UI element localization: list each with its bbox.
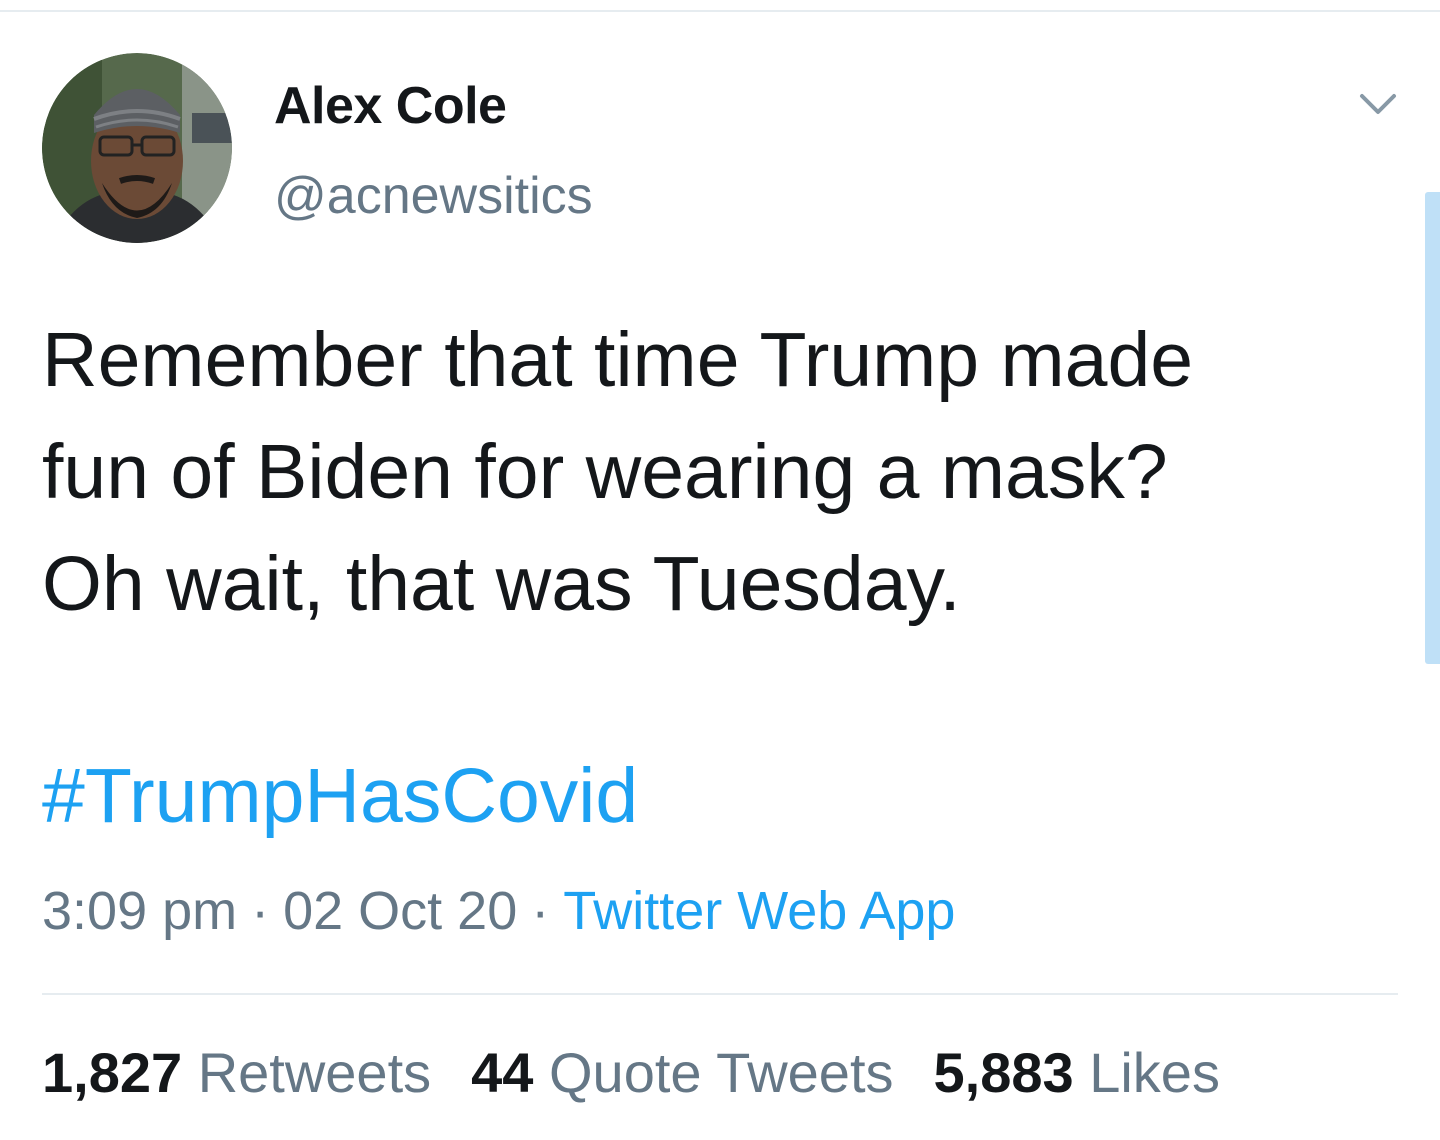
quote-tweets-stat[interactable]: 44 Quote Tweets [471, 1041, 893, 1104]
display-name[interactable]: Alex Cole [274, 76, 507, 136]
retweets-label: Retweets [197, 1041, 432, 1104]
tweet-source-link[interactable]: Twitter Web App [563, 881, 955, 941]
top-divider [0, 10, 1440, 12]
hashtag-link[interactable]: #TrumpHasCovid [42, 752, 638, 841]
tweet-date[interactable]: 02 Oct 20 [283, 881, 517, 941]
quote-tweet-count: 44 [471, 1041, 534, 1104]
scroll-indicator [1425, 192, 1440, 664]
meta-separator: · [531, 881, 550, 941]
quote-tweets-label: Quote Tweets [549, 1041, 894, 1104]
tweet-meta: 3:09 pm · 02 Oct 20 · Twitter Web App [42, 880, 955, 942]
tweet-text-line: Remember that time Trump made [42, 317, 1194, 403]
likes-stat[interactable]: 5,883 Likes [934, 1041, 1220, 1104]
stats-divider [42, 993, 1398, 995]
tweet-time[interactable]: 3:09 pm [42, 881, 237, 941]
meta-separator: · [251, 881, 270, 941]
likes-label: Likes [1089, 1041, 1220, 1104]
tweet-text-line: fun of Biden for wearing a mask? [42, 429, 1168, 515]
retweet-count: 1,827 [42, 1041, 183, 1104]
retweets-stat[interactable]: 1,827 Retweets [42, 1041, 431, 1104]
engagement-stats: 1,827 Retweets 44 Quote Tweets 5,883 Likes [42, 1040, 1260, 1105]
tweet-text-line: Oh wait, that was Tuesday. [42, 541, 961, 627]
tweet-text: Remember that time Trump made fun of Bid… [42, 304, 1402, 640]
avatar[interactable] [42, 53, 232, 243]
like-count: 5,883 [933, 1041, 1074, 1104]
user-handle[interactable]: @acnewsitics [274, 166, 593, 226]
chevron-down-icon[interactable] [1356, 86, 1400, 122]
